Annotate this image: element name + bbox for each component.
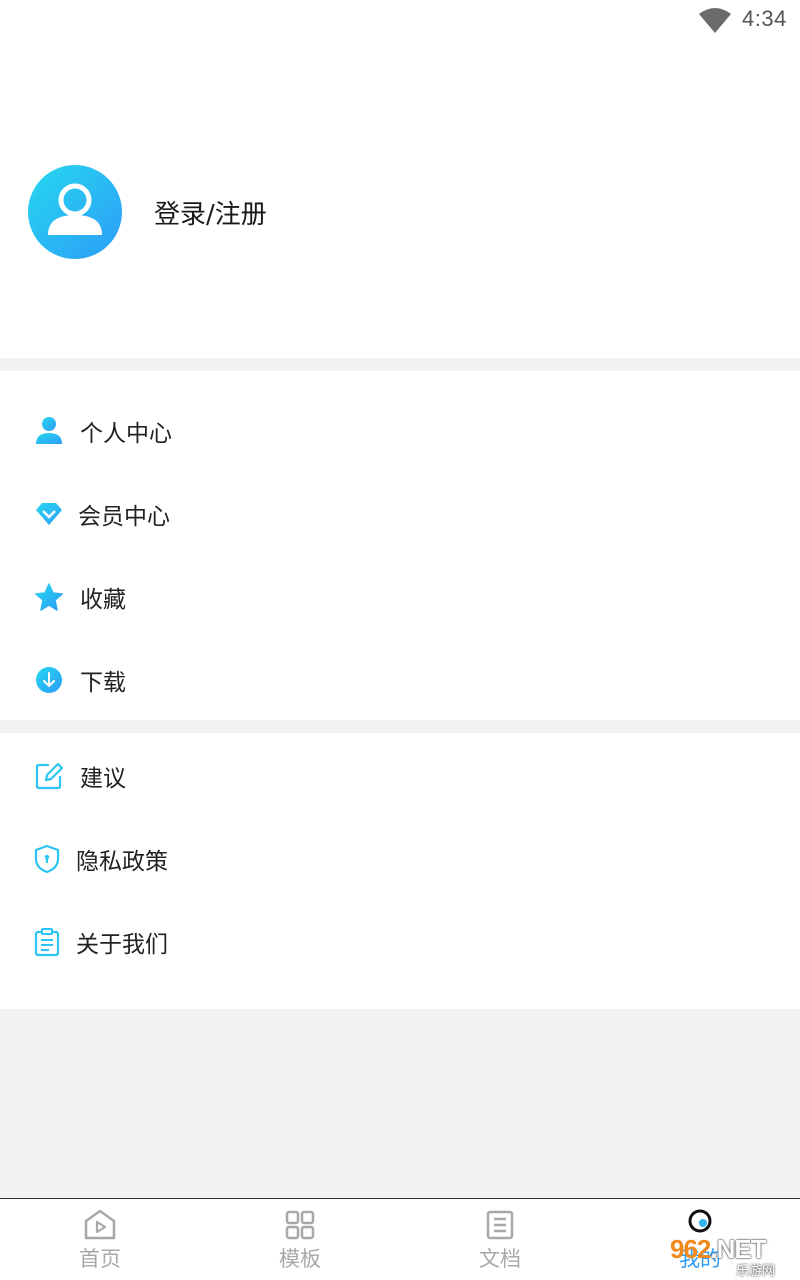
wifi-icon xyxy=(699,8,731,33)
tab-documents[interactable]: 文档 xyxy=(400,1199,600,1280)
user-avatar-icon[interactable] xyxy=(28,165,122,259)
edit-icon xyxy=(35,762,64,790)
menu-item-vip-center[interactable]: 会员中心 xyxy=(0,471,800,554)
menu-item-privacy-policy[interactable]: 隐私政策 xyxy=(0,816,800,899)
menu-label: 会员中心 xyxy=(78,504,170,530)
grid-icon xyxy=(285,1210,315,1240)
tab-home[interactable]: 首页 xyxy=(0,1199,200,1280)
download-icon xyxy=(36,667,62,693)
diamond-icon xyxy=(36,503,62,525)
menu-item-favorites[interactable]: 收藏 xyxy=(0,554,800,637)
menu-section-account: 个人中心 会员中心 收藏 下载 xyxy=(0,371,800,720)
tab-label: 首页 xyxy=(79,1247,121,1271)
tab-templates[interactable]: 模板 xyxy=(200,1199,400,1280)
person-icon xyxy=(36,417,62,444)
menu-item-about-us[interactable]: 关于我们 xyxy=(0,899,800,982)
menu-label: 关于我们 xyxy=(76,932,168,958)
menu-item-personal-center[interactable]: 个人中心 xyxy=(0,388,800,471)
shield-icon xyxy=(34,844,60,874)
menu-item-downloads[interactable]: 下载 xyxy=(0,637,800,720)
document-icon xyxy=(486,1210,514,1240)
menu-label: 建议 xyxy=(80,766,126,792)
menu-label: 个人中心 xyxy=(80,421,172,447)
login-register-link[interactable]: 登录/注册 xyxy=(154,194,267,231)
home-play-icon xyxy=(84,1209,116,1240)
tab-label: 文档 xyxy=(479,1247,521,1271)
tab-label: 模板 xyxy=(279,1247,321,1271)
clipboard-icon xyxy=(34,928,60,957)
star-icon xyxy=(35,583,63,611)
menu-label: 收藏 xyxy=(80,587,126,613)
menu-label: 隐私政策 xyxy=(76,849,168,875)
watermark-logo: 962.NET 乐游网 xyxy=(660,1208,800,1280)
status-time: 4:34 xyxy=(742,6,787,31)
profile-header: 登录/注册 xyxy=(0,42,800,358)
menu-item-feedback[interactable]: 建议 xyxy=(0,733,800,816)
watermark-number: 962 xyxy=(670,1234,711,1264)
watermark-sub: 乐游网 xyxy=(736,1264,776,1279)
menu-section-info: 建议 隐私政策 关于我们 xyxy=(0,733,800,1009)
menu-label: 下载 xyxy=(80,670,126,696)
status-bar: 4:34 xyxy=(0,0,800,42)
